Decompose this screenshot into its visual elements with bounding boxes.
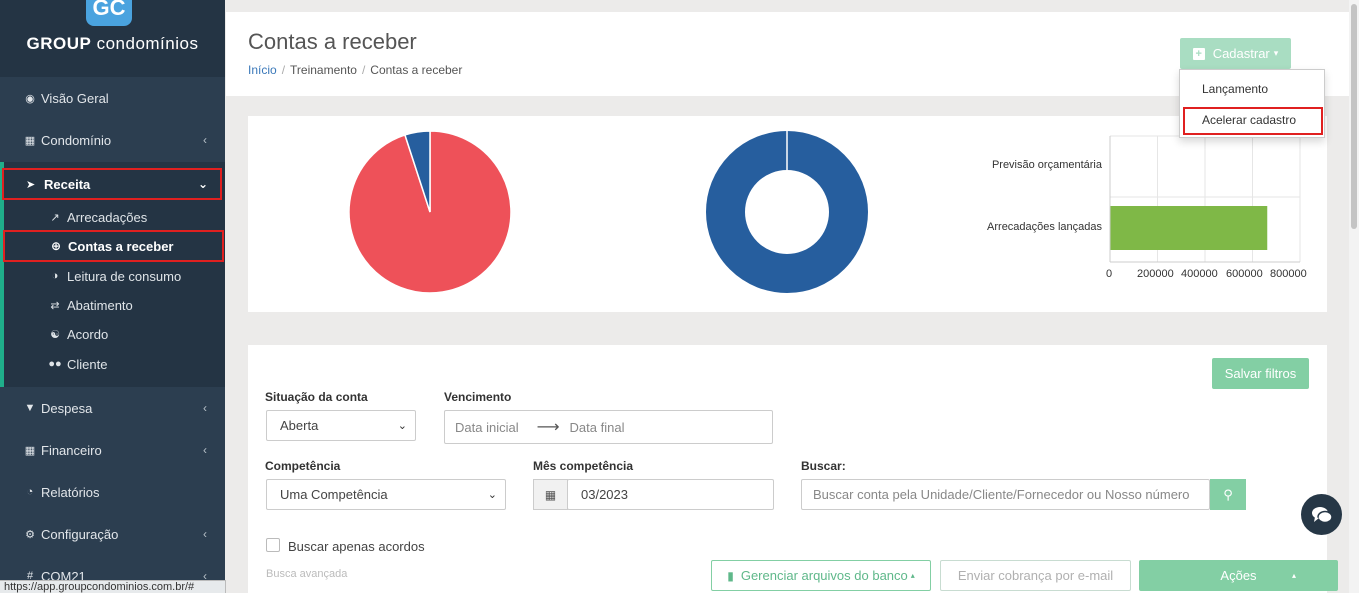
scrollbar-thumb[interactable] xyxy=(1351,4,1357,229)
file-icon: ▮ xyxy=(727,568,734,583)
manage-bank-files-button[interactable]: ▮ Gerenciar arquivos do banco ▴ xyxy=(711,560,931,591)
chevron-left-icon: ‹ xyxy=(203,401,207,415)
search-icon: ⚲ xyxy=(1223,486,1233,502)
send-email-billing-button[interactable]: Enviar cobrança por e-mail xyxy=(940,560,1131,591)
calculator-icon: ▦ xyxy=(24,444,36,457)
sidebar-item-financeiro[interactable]: ▦ Financeiro ‹ xyxy=(0,431,225,469)
chevron-left-icon: ‹ xyxy=(203,133,207,147)
dropdown-item-lancamento[interactable]: Lançamento xyxy=(1202,82,1268,96)
status-url: https://app.groupcondominios.com.br/# xyxy=(0,580,226,593)
bar-label-arrecadacoes: Arrecadações lançadas xyxy=(987,221,1102,233)
chevron-down-icon: ⌄ xyxy=(397,420,407,432)
brand-name: GROUP condomínios xyxy=(26,34,199,53)
sidebar-subitem-arrecadacoes[interactable]: ↗ Arrecadações xyxy=(48,205,147,229)
sidebar: GC GROUP condomínios ◉ Visão Geral ▦ Con… xyxy=(0,0,225,593)
plus-circle-icon: ⊕ xyxy=(50,239,62,253)
sidebar-item-visao-geral[interactable]: ◉ Visão Geral xyxy=(0,79,225,117)
bar-tick-0: 0 xyxy=(1106,268,1113,280)
sidebar-item-relatorios[interactable]: ◔ Relatórios xyxy=(0,473,225,511)
breadcrumb-current: Contas a receber xyxy=(370,63,463,77)
cadastrar-button[interactable]: + Cadastrar ▾ xyxy=(1180,38,1291,69)
situacao-select[interactable]: Aberta ⌄ xyxy=(266,410,416,441)
breadcrumb-treinamento: Treinamento xyxy=(290,63,357,77)
chat-icon xyxy=(1311,506,1333,523)
bar-label-previsao: Previsão orçamentária xyxy=(991,159,1102,171)
search-input[interactable]: Buscar conta pela Unidade/Cliente/Fornec… xyxy=(801,479,1210,510)
dashboard-icon: ◉ xyxy=(25,92,35,105)
building-icon: ▦ xyxy=(24,134,36,147)
chevron-left-icon: ‹ xyxy=(203,443,207,457)
bar-tick-600000: 600000 xyxy=(1226,268,1263,280)
search-button[interactable]: ⚲ xyxy=(1210,479,1246,510)
vencimento-label: Vencimento xyxy=(444,390,512,404)
line-chart-icon: ↗ xyxy=(50,211,60,224)
sidebar-item-receita[interactable]: ➤ Receita ⌄ xyxy=(2,168,222,200)
users-icon: ●● xyxy=(48,358,62,370)
competencia-label: Competência xyxy=(265,459,341,473)
sidebar-subitem-cliente[interactable]: ●● Cliente xyxy=(48,352,107,376)
pie-chart xyxy=(348,130,512,294)
end-date-field[interactable]: Data final xyxy=(570,420,625,435)
arrow-right-icon: ⟶ xyxy=(536,419,560,436)
buscar-label: Buscar: xyxy=(801,459,846,473)
exchange-icon: ⇄ xyxy=(50,299,60,312)
chevron-left-icon: ‹ xyxy=(203,527,207,541)
chat-button[interactable] xyxy=(1301,494,1342,535)
logo-area: GC GROUP condomínios xyxy=(0,0,225,77)
sidebar-item-condominio[interactable]: ▦ Condomínio ‹ xyxy=(0,121,225,159)
charts-svg xyxy=(348,130,1301,294)
sidebar-subitem-leitura-de-consumo[interactable]: ◑ Leitura de consumo xyxy=(48,264,182,288)
sidebar-subitem-acordo[interactable]: ☯ Acordo xyxy=(48,322,108,346)
situacao-label: Situação da conta xyxy=(265,390,368,404)
donut-chart xyxy=(706,131,868,293)
calendar-icon: ▦ xyxy=(533,479,568,510)
caret-up-icon: ▴ xyxy=(910,571,915,580)
pie-chart-icon: ◔ xyxy=(26,486,34,498)
chevron-down-icon: ⌄ xyxy=(487,489,497,501)
highlight-outline xyxy=(1183,107,1323,135)
sidebar-item-configuracao[interactable]: ⚙ Configuração ‹ xyxy=(0,515,225,553)
bar-chart xyxy=(1109,135,1301,263)
mes-competencia-input[interactable]: 03/2023 xyxy=(567,479,774,510)
gauge-icon: ◑ xyxy=(51,270,59,282)
save-filters-button[interactable]: Salvar filtros xyxy=(1212,358,1309,389)
competencia-select[interactable]: Uma Competência ⌄ xyxy=(266,479,506,510)
sidebar-item-despesa[interactable]: ▼ Despesa ‹ xyxy=(0,389,225,427)
vencimento-range[interactable]: Data inicial ⟶ Data final xyxy=(444,410,773,444)
chevron-down-icon: ⌄ xyxy=(197,177,208,191)
arrow-down-circle-icon: ▼ xyxy=(24,402,36,414)
bar xyxy=(1110,206,1268,250)
bar-tick-800000: 800000 xyxy=(1270,268,1307,280)
caret-up-icon: ▴ xyxy=(1291,571,1296,580)
breadcrumb-inicio[interactable]: Início xyxy=(248,63,277,77)
actions-button[interactable]: Ações ▴ xyxy=(1139,560,1338,591)
sidebar-subitem-abatimento[interactable]: ⇄ Abatimento xyxy=(48,293,132,317)
cadastrar-dropdown: Lançamento Acelerar cadastro xyxy=(1179,69,1325,138)
bar-tick-400000: 400000 xyxy=(1181,268,1218,280)
bottom-toolbar: ▮ Gerenciar arquivos do banco ▴ Enviar c… xyxy=(226,551,1359,593)
plus-square-icon: + xyxy=(1192,47,1205,60)
mes-competencia-label: Mês competência xyxy=(533,459,634,473)
gear-icon: ⚙ xyxy=(25,528,35,541)
acordos-checkbox[interactable] xyxy=(266,538,280,552)
handshake-icon: ☯ xyxy=(50,328,60,341)
page-title: Contas a receber xyxy=(248,29,417,54)
charts-panel: Previsão orçamentária Arrecadações lança… xyxy=(248,116,1327,312)
breadcrumb: Início / Treinamento / Contas a receber xyxy=(248,63,463,77)
caret-down-icon: ▾ xyxy=(1273,48,1279,58)
arrow-up-circle-icon: ➤ xyxy=(26,178,36,191)
logo-icon: GC xyxy=(86,0,132,26)
sidebar-subitem-contas-a-receber[interactable]: ⊕ Contas a receber xyxy=(3,230,224,262)
start-date-field[interactable]: Data inicial xyxy=(455,420,519,435)
bar-tick-200000: 200000 xyxy=(1137,268,1174,280)
